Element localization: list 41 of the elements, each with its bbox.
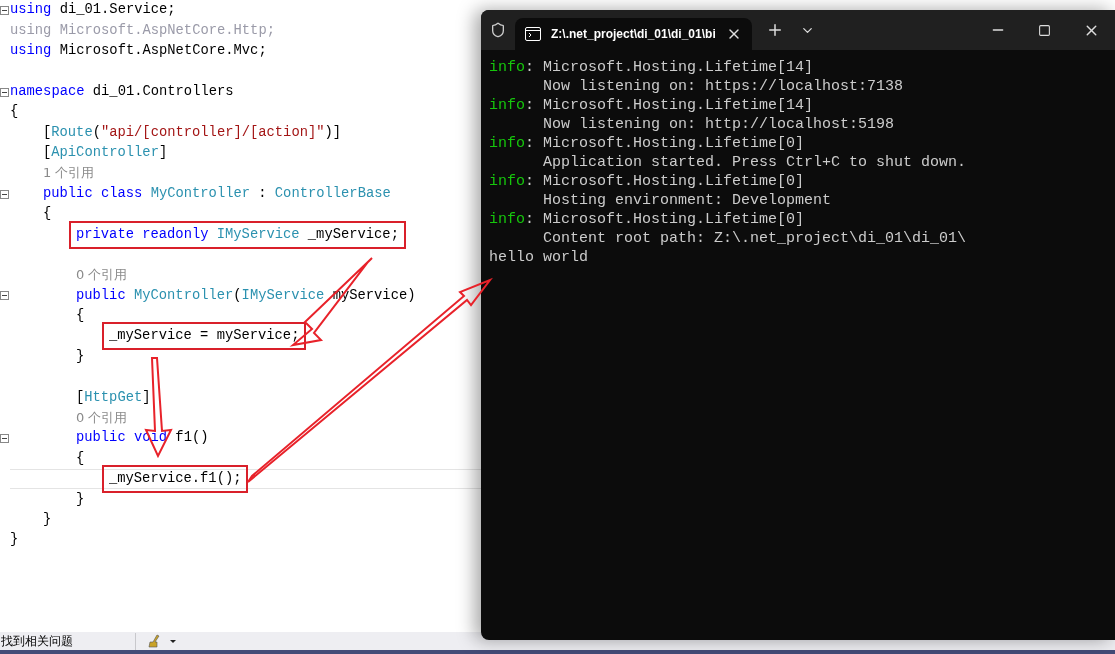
code-line: 0 个引用 [76, 265, 128, 284]
code-line: 0 个引用 [76, 408, 128, 427]
code-line: [HttpGet] [76, 388, 151, 407]
console-line: info: Microsoft.Hosting.Lifetime[0] [489, 172, 806, 191]
console-line: hello world [489, 248, 590, 267]
collapse-icon[interactable] [0, 6, 9, 15]
console-line: Content root path: Z:\.net_project\di_01\di_01\ [542, 229, 968, 248]
code-line: using Microsoft.AspNetCore.Http; [10, 21, 275, 40]
code-line: { [43, 205, 52, 224]
maximize-icon[interactable] [1038, 23, 1051, 37]
broom-icon[interactable] [148, 634, 178, 648]
console-line: info: Microsoft.Hosting.Lifetime[14] [489, 58, 815, 77]
terminal-tab[interactable]: Z:\.net_project\di_01\di_01\bi [515, 18, 752, 50]
code-line: } [76, 347, 85, 366]
collapse-icon[interactable] [0, 434, 9, 444]
collapse-icon[interactable] [0, 291, 9, 301]
collapse-icon[interactable] [0, 87, 9, 97]
status-message: 找到相关问题 [0, 632, 136, 650]
code-line: namespace di_01.Controllers [10, 82, 234, 101]
console-line: info: Microsoft.Hosting.Lifetime[0] [489, 134, 806, 153]
code-line: [Route("api/[controller]/[action]")] [43, 123, 342, 142]
code-line: } [10, 531, 19, 550]
code-line: [ApiController] [43, 143, 168, 162]
console-line: Hosting environment: Development [542, 191, 833, 210]
shield-icon[interactable] [490, 22, 506, 38]
console-line: Now listening on: http://localhost:5198 [542, 115, 896, 134]
code-line: using Microsoft.AspNetCore.Mvc; [10, 41, 267, 60]
console-line: Application started. Press Ctrl+C to shut down. [542, 153, 968, 172]
terminal-icon [525, 27, 541, 41]
console-line: info: Microsoft.Hosting.Lifetime[14] [489, 96, 815, 115]
code-line: } [76, 490, 85, 509]
code-line: 1 个引用 [43, 163, 95, 182]
code-line: using di_01.Service; [10, 1, 176, 20]
console-line: info: Microsoft.Hosting.Lifetime[0] [489, 210, 806, 229]
code-line: public class MyController : ControllerBase [43, 184, 391, 203]
console-line: Now listening on: https://localhost:7138 [542, 77, 905, 96]
code-line: { [10, 103, 19, 122]
code-line: } [43, 510, 52, 529]
code-line: { [76, 449, 85, 468]
collapse-icon[interactable] [0, 189, 9, 199]
code-line: { [76, 307, 85, 326]
